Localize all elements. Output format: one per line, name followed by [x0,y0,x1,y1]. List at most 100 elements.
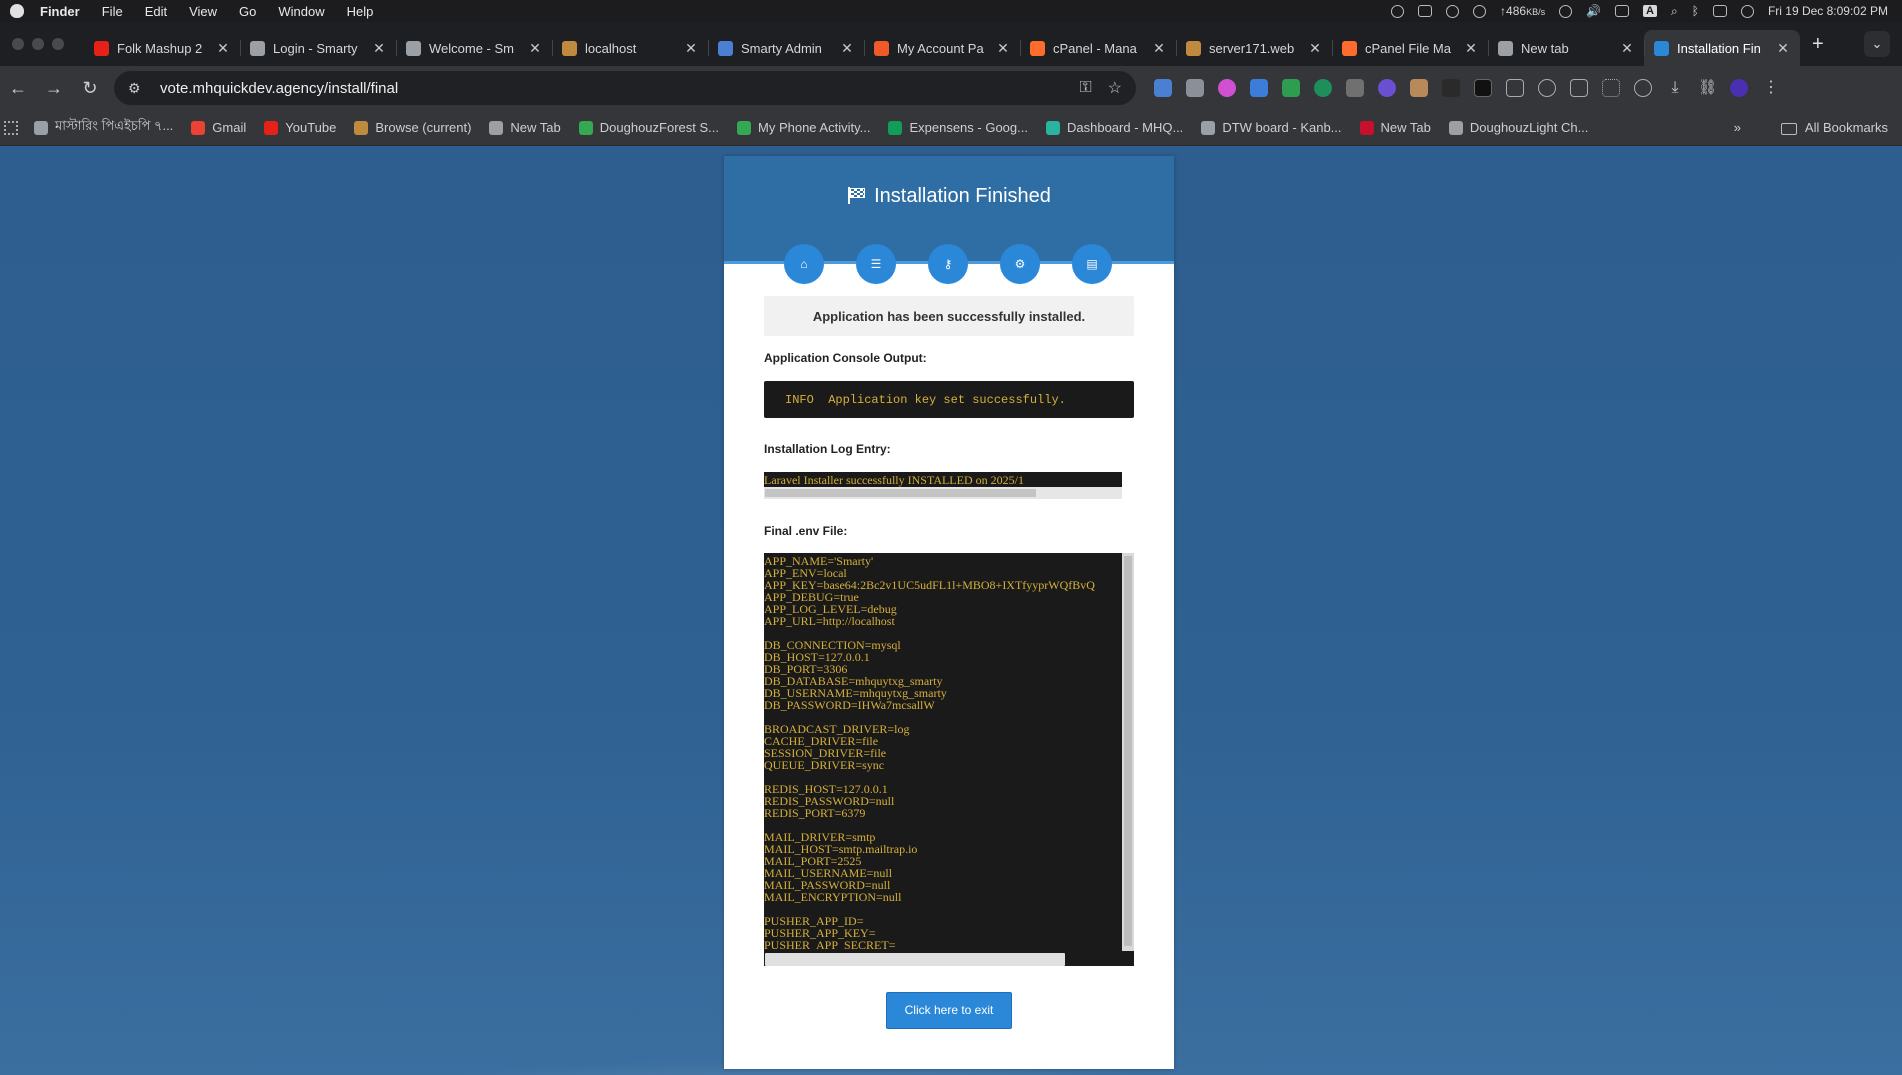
browser-tab[interactable]: server171.web ✕ [1176,30,1332,66]
maximize-window-button[interactable] [52,38,64,50]
step-home-icon[interactable]: ⌂ [784,244,824,284]
extension-adblock-icon[interactable] [1282,79,1300,97]
browser-tab[interactable]: cPanel File Ma ✕ [1332,30,1488,66]
exit-button[interactable]: Click here to exit [886,992,1012,1029]
tab-close-icon[interactable]: ✕ [840,40,854,57]
menu-window[interactable]: Window [278,4,324,19]
extension-shield-icon[interactable] [1186,79,1204,97]
menu-file[interactable]: File [102,4,123,19]
all-bookmarks[interactable]: All Bookmarks [1780,120,1888,135]
env-horizontal-scroll-thumb[interactable] [765,953,1065,966]
url-text[interactable]: vote.mhquickdev.agency/install/final [160,80,1063,97]
network-speed[interactable]: ↑486KB/s [1500,4,1545,18]
tab-close-icon[interactable]: ✕ [996,40,1010,57]
bookmark-item[interactable]: YouTube [264,120,336,135]
tab-close-icon[interactable]: ✕ [216,40,230,57]
bookmark-item[interactable]: Browse (current) [354,120,471,135]
volume-icon[interactable]: 🔊 [1586,4,1601,18]
apple-logo-icon[interactable] [10,4,24,18]
status-app-icon[interactable] [1391,4,1405,18]
vpn-icon[interactable] [1446,4,1460,18]
link-share-icon[interactable]: ⛓ [1698,79,1717,97]
menu-view[interactable]: View [189,4,217,19]
menu-help[interactable]: Help [347,4,374,19]
browser-tab[interactable]: cPanel - Mana ✕ [1020,30,1176,66]
menu-go[interactable]: Go [239,4,256,19]
browser-tab[interactable]: Installation Fin ✕ [1644,30,1800,66]
user-icon[interactable] [1559,4,1573,18]
password-key-icon[interactable]: ⚿ [1079,79,1091,97]
apps-icon[interactable] [4,120,18,135]
extension-purple-icon[interactable] [1378,79,1396,97]
browser-tab[interactable]: Smarty Admin ✕ [708,30,864,66]
extension-grammar-icon[interactable] [1314,79,1332,97]
bookmark-item[interactable]: New Tab [1359,120,1431,135]
tab-close-icon[interactable]: ✕ [372,40,386,57]
download-icon[interactable]: ⤓ [1666,79,1684,97]
env-vertical-scroll-thumb[interactable] [1124,556,1132,946]
extension-dark-icon[interactable] [1442,79,1460,97]
profile-avatar[interactable] [1730,79,1748,97]
site-info-icon[interactable]: ⚙ [128,80,146,97]
menu-edit[interactable]: Edit [145,4,167,19]
search-icon[interactable]: ⌕ [1671,4,1678,19]
input-source[interactable]: A [1643,5,1657,17]
extension-screenshot-icon[interactable] [1250,79,1268,97]
bookmark-star-icon[interactable]: ☆ [1108,78,1122,98]
bookmark-item[interactable]: Gmail [191,120,246,135]
more-bookmarks-icon[interactable]: » [1734,120,1741,135]
bookmark-item[interactable]: মাস্টারিং পিএইচপি ৭... [34,117,173,138]
bookmark-item[interactable]: My Phone Activity... [737,120,870,135]
env-vertical-scrollbar[interactable] [1122,553,1134,951]
display-icon[interactable] [1418,5,1433,17]
extension-translate-icon[interactable] [1154,79,1172,97]
tab-close-icon[interactable]: ✕ [684,40,698,57]
tab-close-icon[interactable]: ✕ [528,40,542,57]
bluetooth-icon[interactable]: ᛒ [1692,4,1699,18]
forward-button[interactable]: → [36,78,72,99]
minimize-window-button[interactable] [32,38,44,50]
new-tab-button[interactable]: + [1812,33,1824,56]
extensions-puzzle-icon[interactable] [1506,79,1524,97]
spy-icon[interactable] [1634,79,1652,97]
browser-tab[interactable]: New tab ✕ [1488,30,1644,66]
close-window-button[interactable] [12,38,24,50]
translate-icon[interactable] [1570,79,1588,97]
extension-media-icon[interactable] [1474,79,1492,97]
step-server-icon[interactable]: ▤ [1072,244,1112,284]
tab-close-icon[interactable]: ✕ [1620,40,1634,57]
reload-button[interactable]: ↻ [72,78,108,99]
tab-close-icon[interactable]: ✕ [1152,40,1166,57]
browser-tab[interactable]: Folk Mashup 2 ✕ [84,30,240,66]
browser-tab[interactable]: Login - Smarty ✕ [240,30,396,66]
browser-tab[interactable]: My Account Pa ✕ [864,30,1020,66]
datetime[interactable]: Fri 19 Dec 8:09:02 PM [1768,4,1888,18]
siri-icon[interactable] [1740,4,1754,18]
browser-tab[interactable]: Welcome - Sm ✕ [396,30,552,66]
tab-search-icon[interactable]: ⌄ [1864,31,1890,57]
link-icon[interactable] [1615,5,1630,17]
log-scroll-thumb[interactable] [765,489,1036,497]
step-key-icon[interactable]: ⚷ [928,244,968,284]
control-center-icon[interactable] [1712,5,1727,17]
tab-close-icon[interactable]: ✕ [1464,40,1478,57]
env-horizontal-scrollbar[interactable] [764,950,1122,966]
extension-tools-icon[interactable] [1346,79,1364,97]
extension-brown-icon[interactable] [1410,79,1428,97]
bookmark-item[interactable]: DoughouzForest S... [578,120,719,135]
ring-icon[interactable] [1473,4,1487,18]
extension-color-icon[interactable] [1218,79,1236,97]
back-button[interactable]: ← [0,78,36,99]
menu-finder[interactable]: Finder [40,4,80,19]
browser-tab[interactable]: localhost ✕ [552,30,708,66]
tab-close-icon[interactable]: ✕ [1776,40,1790,57]
screenshot-icon[interactable] [1538,79,1556,97]
bookmark-item[interactable]: Dashboard - MHQ... [1045,120,1183,135]
bookmark-item[interactable]: Expensens - Goog... [888,120,1028,135]
address-bar[interactable]: ⚙ vote.mhquickdev.agency/install/final ⚿… [114,71,1136,105]
step-list-icon[interactable]: ☰ [856,244,896,284]
apps-grid-icon[interactable] [1602,79,1620,97]
bookmark-item[interactable]: DoughouzLight Ch... [1448,120,1588,135]
bookmark-item[interactable]: DTW board - Kanb... [1201,120,1342,135]
log-horizontal-scrollbar[interactable] [764,487,1122,499]
